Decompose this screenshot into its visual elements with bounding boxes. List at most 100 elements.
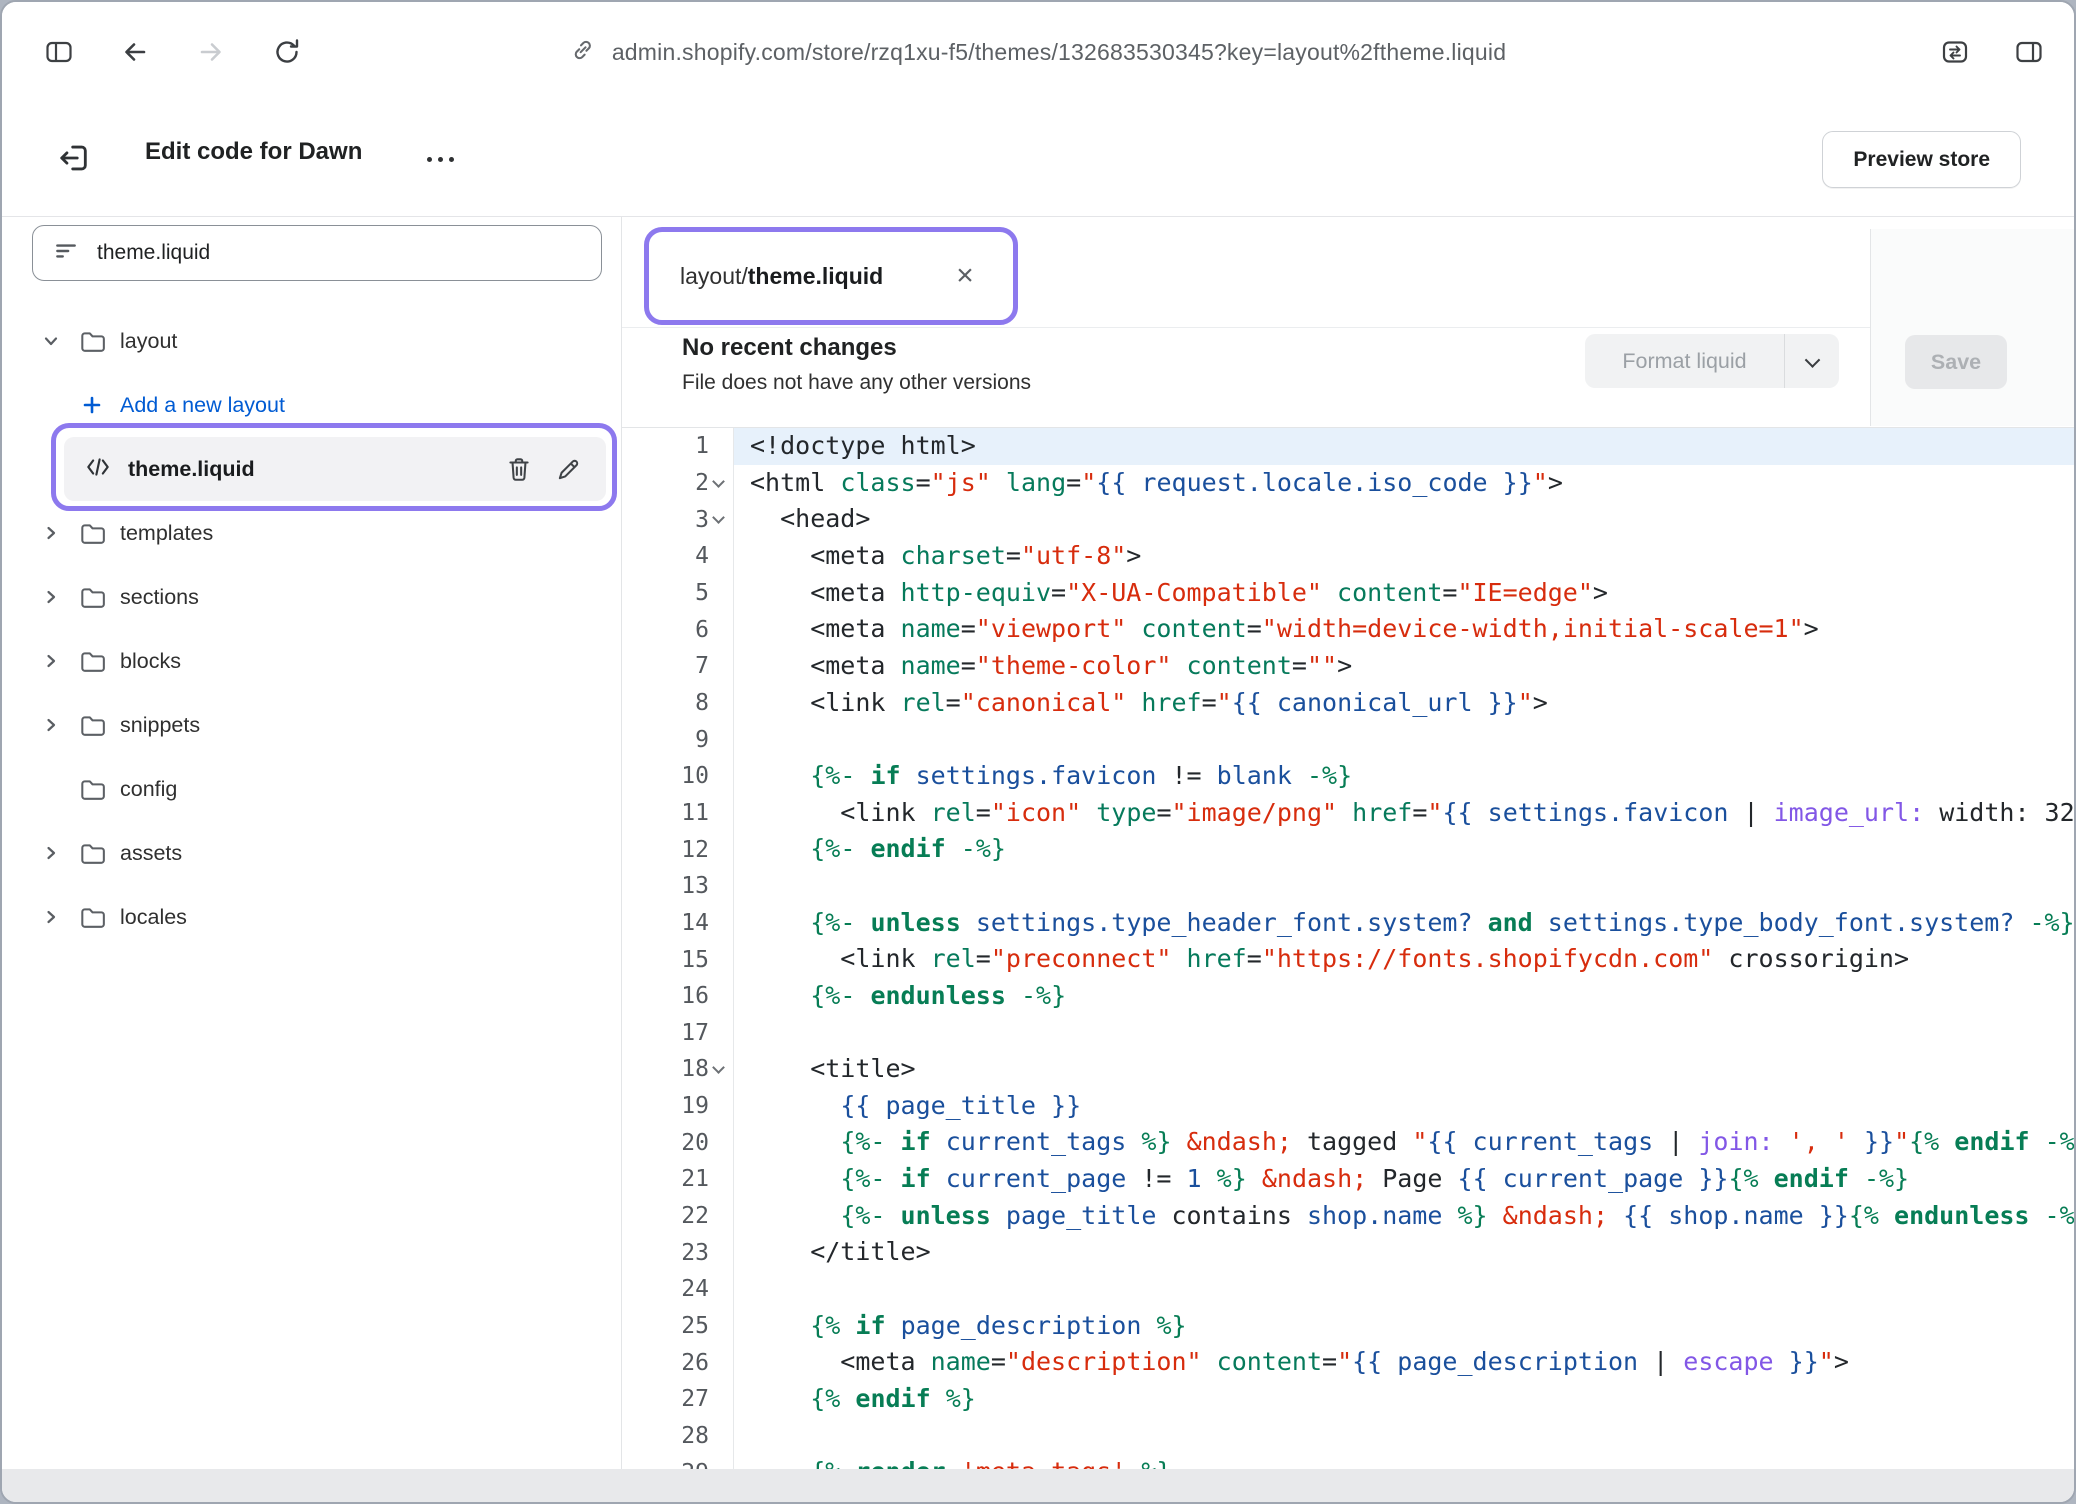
sidebar-item-layout[interactable]: layout bbox=[2, 309, 621, 373]
line-number: 10 bbox=[681, 763, 709, 789]
sidebar-item-templates[interactable]: templates bbox=[2, 501, 621, 565]
code-line[interactable]: 2<html class="js" lang="{{ request.local… bbox=[622, 465, 2074, 502]
fold-caret-icon[interactable] bbox=[709, 1051, 733, 1088]
code-line[interactable]: 12 {%- endif -%} bbox=[622, 831, 2074, 868]
code-line[interactable]: 21 {%- if current_page != 1 %} &ndash; P… bbox=[622, 1161, 2074, 1198]
code-line[interactable]: 18 <title> bbox=[622, 1051, 2074, 1088]
code-line[interactable]: 16 {%- endunless -%} bbox=[622, 978, 2074, 1015]
line-number: 23 bbox=[681, 1240, 709, 1266]
chevron-right-icon[interactable] bbox=[38, 715, 64, 735]
sidebar-toggle-icon[interactable] bbox=[42, 35, 76, 69]
code-line[interactable]: 22 {%- unless page_title contains shop.n… bbox=[622, 1198, 2074, 1235]
code-line[interactable]: 3 <head> bbox=[622, 501, 2074, 538]
sidebar-item-config[interactable]: config bbox=[2, 757, 621, 821]
line-number: 27 bbox=[681, 1386, 709, 1412]
page-title: Edit code for Dawn bbox=[145, 138, 362, 166]
code-line[interactable]: 23 </title> bbox=[622, 1234, 2074, 1271]
chevron-down-icon[interactable] bbox=[38, 331, 64, 351]
gutter: 8 bbox=[622, 685, 734, 722]
exit-editor-icon[interactable] bbox=[54, 138, 94, 178]
close-tab-icon[interactable]: × bbox=[948, 259, 982, 293]
file-tree: layout Add a new layout theme.liquid bbox=[2, 309, 621, 949]
line-number: 29 bbox=[681, 1460, 709, 1469]
browser-extension-icon[interactable] bbox=[1938, 35, 1972, 69]
sidebar-item-add-layout[interactable]: Add a new layout bbox=[2, 373, 621, 437]
code-line[interactable]: 10 {%- if settings.favicon != blank -%} bbox=[622, 758, 2074, 795]
gutter: 5 bbox=[622, 575, 734, 612]
back-icon[interactable] bbox=[118, 35, 152, 69]
chevron-right-icon[interactable] bbox=[38, 587, 64, 607]
file-name-label: theme.liquid bbox=[128, 457, 255, 482]
sidebar-item-label: layout bbox=[120, 329, 177, 354]
code-line[interactable]: 6 <meta name="viewport" content="width=d… bbox=[622, 611, 2074, 648]
tab-theme-liquid[interactable]: layout/theme.liquid × bbox=[652, 233, 1010, 319]
sidebar-item-assets[interactable]: assets bbox=[2, 821, 621, 885]
line-number: 26 bbox=[681, 1350, 709, 1376]
code-line[interactable]: 20 {%- if current_tags %} &ndash; tagged… bbox=[622, 1124, 2074, 1161]
gutter: 4 bbox=[622, 538, 734, 575]
reload-icon[interactable] bbox=[270, 35, 304, 69]
save-zone: Save bbox=[1870, 229, 2074, 426]
gutter: 21 bbox=[622, 1161, 734, 1198]
line-number: 25 bbox=[681, 1313, 709, 1339]
code-line[interactable]: 9 bbox=[622, 721, 2074, 758]
format-liquid-button[interactable]: Format liquid bbox=[1585, 334, 1839, 388]
code-line[interactable]: 24 bbox=[622, 1271, 2074, 1308]
code-line[interactable]: 28 bbox=[622, 1418, 2074, 1455]
code-line[interactable]: 11 <link rel="icon" type="image/png" hre… bbox=[622, 795, 2074, 832]
sidebar-item-locales[interactable]: locales bbox=[2, 885, 621, 949]
line-number: 17 bbox=[681, 1020, 709, 1046]
code-editor[interactable]: 1<!doctype html>2<html class="js" lang="… bbox=[622, 427, 2074, 1469]
fold-caret-icon[interactable] bbox=[709, 501, 733, 538]
rename-file-icon[interactable] bbox=[552, 452, 586, 486]
gutter: 19 bbox=[622, 1088, 734, 1125]
code-line[interactable]: 26 <meta name="description" content="{{ … bbox=[622, 1344, 2074, 1381]
sidebar-item-snippets[interactable]: snippets bbox=[2, 693, 621, 757]
gutter: 3 bbox=[622, 501, 734, 538]
code-line[interactable]: 13 bbox=[622, 868, 2074, 905]
code-line[interactable]: 14 {%- unless settings.type_header_font.… bbox=[622, 905, 2074, 942]
gutter: 14 bbox=[622, 905, 734, 942]
forward-icon[interactable] bbox=[194, 35, 228, 69]
code-line[interactable]: 4 <meta charset="utf-8"> bbox=[622, 538, 2074, 575]
gutter: 27 bbox=[622, 1381, 734, 1418]
link-icon bbox=[570, 37, 596, 68]
format-dropdown-icon[interactable] bbox=[1785, 334, 1839, 388]
code-line[interactable]: 17 bbox=[622, 1015, 2074, 1052]
fold-caret-icon[interactable] bbox=[709, 465, 733, 502]
gutter: 1 bbox=[622, 428, 734, 465]
gutter: 16 bbox=[622, 978, 734, 1015]
code-line[interactable]: 15 <link rel="preconnect" href="https://… bbox=[622, 941, 2074, 978]
chevron-right-icon[interactable] bbox=[38, 843, 64, 863]
sidebar-item-sections[interactable]: sections bbox=[2, 565, 621, 629]
sidebar-item-blocks[interactable]: blocks bbox=[2, 629, 621, 693]
chevron-right-icon[interactable] bbox=[38, 907, 64, 927]
code-line[interactable]: 7 <meta name="theme-color" content=""> bbox=[622, 648, 2074, 685]
line-number: 2 bbox=[695, 470, 709, 496]
save-button[interactable]: Save bbox=[1905, 335, 2007, 389]
code-line[interactable]: 25 {% if page_description %} bbox=[622, 1308, 2074, 1345]
file-search-input[interactable] bbox=[95, 240, 581, 266]
gutter: 22 bbox=[622, 1198, 734, 1235]
code-line[interactable]: 27 {% endif %} bbox=[622, 1381, 2074, 1418]
chevron-right-icon[interactable] bbox=[38, 523, 64, 543]
code-line[interactable]: 19 {{ page_title }} bbox=[622, 1088, 2074, 1125]
address-bar[interactable]: admin.shopify.com/store/rzq1xu-f5/themes… bbox=[570, 2, 1506, 102]
more-menu-button[interactable] bbox=[418, 142, 462, 176]
preview-store-button[interactable]: Preview store bbox=[1822, 131, 2021, 188]
chevron-right-icon[interactable] bbox=[38, 651, 64, 671]
right-sidebar-toggle-icon[interactable] bbox=[2012, 35, 2046, 69]
line-number: 19 bbox=[681, 1093, 709, 1119]
gutter: 29 bbox=[622, 1454, 734, 1469]
code-file-icon bbox=[84, 453, 112, 486]
delete-file-icon[interactable] bbox=[502, 452, 536, 486]
gutter: 26 bbox=[622, 1344, 734, 1381]
line-number: 4 bbox=[695, 543, 709, 569]
code-line[interactable]: 1<!doctype html> bbox=[622, 428, 2074, 465]
line-number: 28 bbox=[681, 1423, 709, 1449]
code-line[interactable]: 8 <link rel="canonical" href="{{ canonic… bbox=[622, 685, 2074, 722]
line-number: 9 bbox=[695, 727, 709, 753]
sidebar-item-theme-liquid[interactable]: theme.liquid bbox=[64, 437, 606, 501]
code-line[interactable]: 5 <meta http-equiv="X-UA-Compatible" con… bbox=[622, 575, 2074, 612]
code-line[interactable]: 29 {% render 'meta-tags' %} bbox=[622, 1454, 2074, 1469]
